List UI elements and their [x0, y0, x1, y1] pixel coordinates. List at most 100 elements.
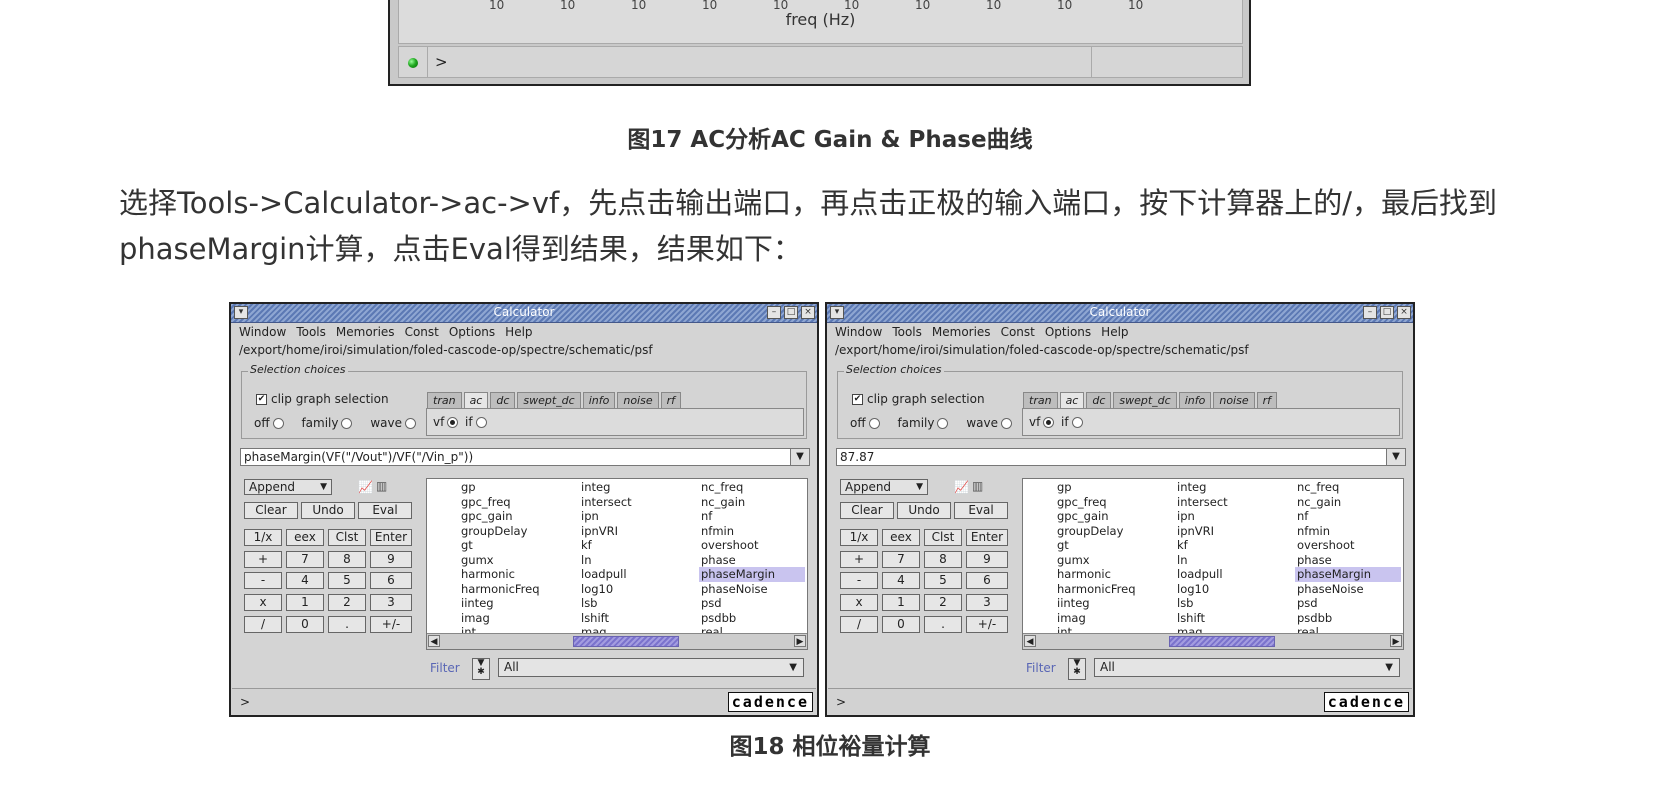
- radio-wave[interactable]: wave: [370, 416, 416, 430]
- function-item[interactable]: loadpull: [579, 567, 689, 582]
- function-item[interactable]: gp: [459, 480, 569, 495]
- sign-toggle-key[interactable]: +/-: [966, 616, 1008, 633]
- radio-if[interactable]: if: [1061, 415, 1083, 429]
- divide-key[interactable]: /: [840, 616, 878, 633]
- function-item[interactable]: groupDelay: [1055, 524, 1165, 539]
- function-item[interactable]: groupDelay: [459, 524, 569, 539]
- function-item[interactable]: nfmin: [1295, 524, 1401, 539]
- function-item[interactable]: gumx: [459, 553, 569, 568]
- digit-3-key[interactable]: 3: [370, 594, 412, 611]
- scrollbar-thumb[interactable]: [573, 636, 679, 647]
- function-item[interactable]: lshift: [579, 611, 689, 626]
- function-item[interactable]: phase: [1295, 553, 1401, 568]
- horizontal-scrollbar[interactable]: ◀ ▶: [1023, 633, 1403, 649]
- clst-key[interactable]: Clst: [328, 529, 366, 546]
- function-item[interactable]: phaseMargin: [1295, 567, 1401, 582]
- digit-9-key[interactable]: 9: [966, 551, 1008, 568]
- digit-0-key[interactable]: 0: [882, 616, 920, 633]
- clip-graph-checkbox[interactable]: ✔ clip graph selection: [256, 392, 389, 406]
- menu-tools[interactable]: Tools: [892, 325, 922, 339]
- function-item[interactable]: ipn: [579, 509, 689, 524]
- chevron-down-icon[interactable]: ▼: [1386, 449, 1405, 465]
- function-item[interactable]: nf: [699, 509, 805, 524]
- undo-button[interactable]: Undo: [897, 502, 951, 519]
- function-item[interactable]: intersect: [1175, 495, 1285, 510]
- radio-off[interactable]: off: [254, 416, 284, 430]
- menu-window[interactable]: Window: [239, 325, 286, 339]
- chevron-down-icon[interactable]: ▼: [790, 449, 809, 465]
- function-item[interactable]: harmonic: [1055, 567, 1165, 582]
- function-item[interactable]: psdbb: [699, 611, 805, 626]
- tab-info[interactable]: info: [1178, 392, 1212, 408]
- scrollbar-thumb[interactable]: [1169, 636, 1275, 647]
- function-item[interactable]: integ: [579, 480, 689, 495]
- scroll-left-icon[interactable]: ◀: [1024, 635, 1036, 647]
- eval-button[interactable]: Eval: [954, 502, 1008, 519]
- function-item[interactable]: log10: [1175, 582, 1285, 597]
- scroll-right-icon[interactable]: ▶: [1390, 635, 1402, 647]
- function-item[interactable]: gumx: [1055, 553, 1165, 568]
- maximize-icon[interactable]: □: [1380, 306, 1394, 319]
- tab-dc[interactable]: dc: [1086, 392, 1112, 408]
- function-item[interactable]: harmonicFreq: [459, 582, 569, 597]
- radio-vf[interactable]: vf: [1029, 415, 1055, 429]
- function-item[interactable]: nc_freq: [1295, 480, 1401, 495]
- tab-noise[interactable]: noise: [1213, 392, 1255, 408]
- function-item[interactable]: imag: [459, 611, 569, 626]
- function-item[interactable]: iinteg: [459, 596, 569, 611]
- function-item[interactable]: gpc_freq: [1055, 495, 1165, 510]
- function-item[interactable]: phaseNoise: [699, 582, 805, 597]
- tab-rf[interactable]: rf: [1256, 392, 1278, 408]
- clear-button[interactable]: Clear: [840, 502, 894, 519]
- digit-7-key[interactable]: 7: [286, 551, 324, 568]
- enter-key[interactable]: Enter: [966, 529, 1008, 546]
- table-icon[interactable]: ▥: [972, 479, 983, 493]
- function-item[interactable]: nc_gain: [699, 495, 805, 510]
- tab-dc[interactable]: dc: [490, 392, 516, 408]
- radio-wave[interactable]: wave: [966, 416, 1012, 430]
- expression-buffer[interactable]: phaseMargin(VF("/Vout")/VF("/Vin_p")) ▼: [240, 448, 810, 466]
- maximize-icon[interactable]: □: [784, 306, 798, 319]
- digit-4-key[interactable]: 4: [882, 572, 920, 589]
- title-bar[interactable]: ▾ Calculator – □ ×: [827, 304, 1413, 323]
- radio-family[interactable]: family: [301, 416, 353, 430]
- radio-if[interactable]: if: [465, 415, 487, 429]
- digit-6-key[interactable]: 6: [966, 572, 1008, 589]
- tab-rf[interactable]: rf: [660, 392, 682, 408]
- horizontal-scrollbar[interactable]: ◀ ▶: [427, 633, 807, 649]
- expression-text[interactable]: 87.87: [840, 450, 874, 464]
- digit-8-key[interactable]: 8: [328, 551, 366, 568]
- function-list[interactable]: gp gpc_freq gpc_gain groupDelay gt gumx harmon…: [1022, 478, 1404, 650]
- expression-text[interactable]: phaseMargin(VF("/Vout")/VF("/Vin_p")): [244, 450, 473, 464]
- menu-tools[interactable]: Tools: [296, 325, 326, 339]
- append-mode-select[interactable]: Append ▼: [840, 479, 928, 495]
- filter-select[interactable]: All ▼: [1094, 658, 1400, 677]
- digit-5-key[interactable]: 5: [328, 572, 366, 589]
- reciprocal-key[interactable]: 1/x: [244, 529, 282, 546]
- sign-toggle-key[interactable]: +/-: [370, 616, 412, 633]
- clip-graph-checkbox[interactable]: ✔ clip graph selection: [852, 392, 985, 406]
- function-item[interactable]: gpc_gain: [1055, 509, 1165, 524]
- tab-swept-dc[interactable]: swept_dc: [517, 392, 581, 408]
- function-item[interactable]: psd: [699, 596, 805, 611]
- function-item[interactable]: gpc_freq: [459, 495, 569, 510]
- function-item[interactable]: lsb: [579, 596, 689, 611]
- filter-icon[interactable]: ▼ ✱: [472, 658, 490, 680]
- function-item[interactable]: gp: [1055, 480, 1165, 495]
- close-icon[interactable]: ×: [1397, 306, 1411, 319]
- minimize-icon[interactable]: –: [1363, 306, 1377, 319]
- menu-options[interactable]: Options: [449, 325, 495, 339]
- function-item[interactable]: lsb: [1175, 596, 1285, 611]
- function-item[interactable]: kf: [579, 538, 689, 553]
- plus-key[interactable]: +: [244, 551, 282, 568]
- menu-help[interactable]: Help: [1101, 325, 1128, 339]
- function-item[interactable]: gpc_gain: [459, 509, 569, 524]
- digit-7-key[interactable]: 7: [882, 551, 920, 568]
- menu-memories[interactable]: Memories: [932, 325, 991, 339]
- tab-info[interactable]: info: [582, 392, 616, 408]
- eval-button[interactable]: Eval: [358, 502, 412, 519]
- menu-help[interactable]: Help: [505, 325, 532, 339]
- undo-button[interactable]: Undo: [301, 502, 355, 519]
- clear-button[interactable]: Clear: [244, 502, 298, 519]
- function-item[interactable]: ln: [579, 553, 689, 568]
